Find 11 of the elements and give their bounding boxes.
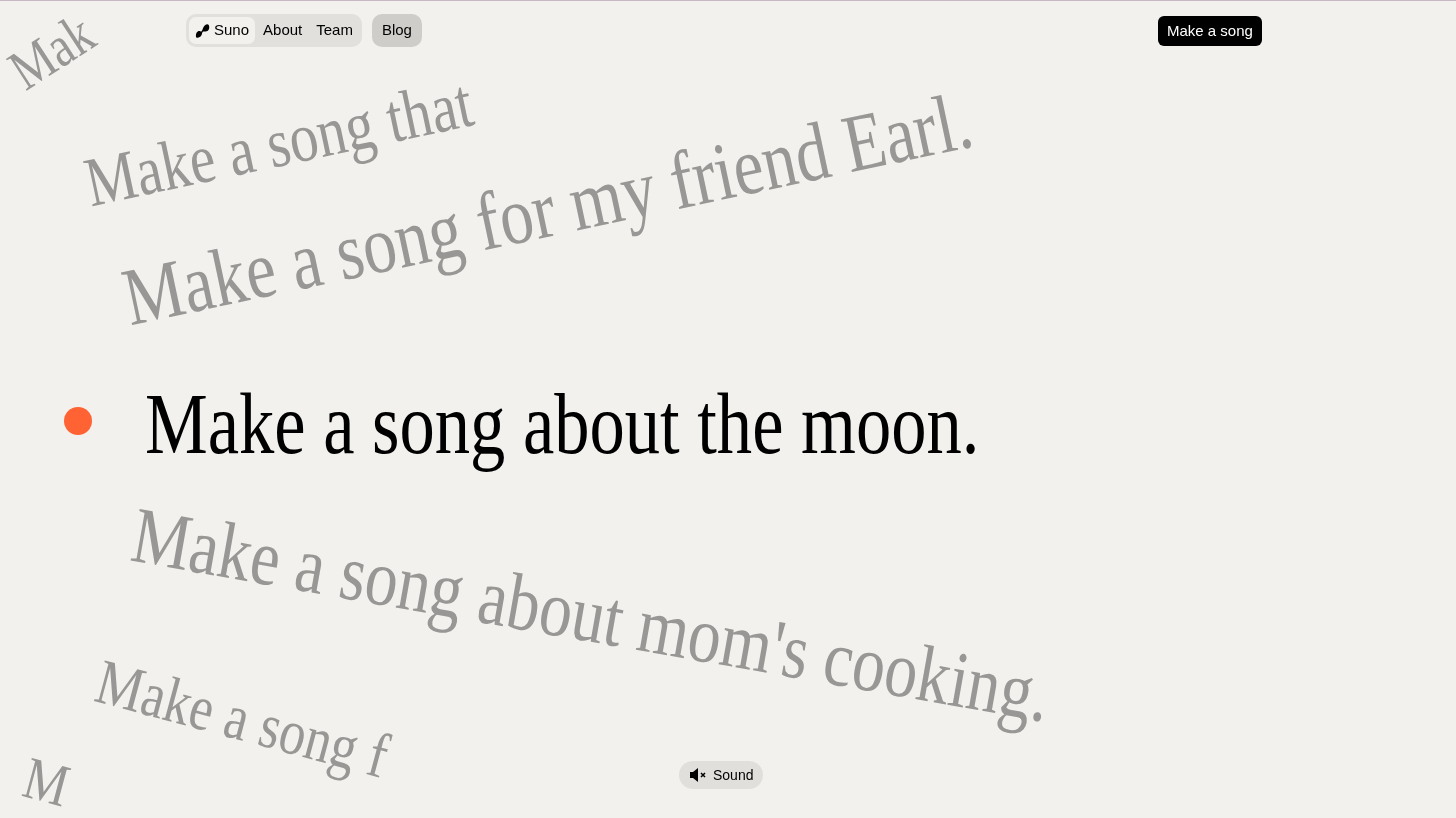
active-prompt: Make a song about the moon. <box>145 375 980 474</box>
prompt-text: Mak <box>0 1 107 105</box>
blog-link[interactable]: Blog <box>371 14 422 47</box>
prompt-text: M <box>16 743 77 818</box>
wave-logo-icon <box>195 23 210 38</box>
nav-link[interactable]: Suno <box>189 17 256 44</box>
prompt-text: Make a song f <box>88 644 397 794</box>
nav-link[interactable]: Team <box>310 17 359 44</box>
sound-button[interactable]: Sound <box>679 761 764 789</box>
make-a-song-button[interactable]: Make a song <box>1158 16 1262 46</box>
nav-link[interactable]: About <box>257 17 309 44</box>
